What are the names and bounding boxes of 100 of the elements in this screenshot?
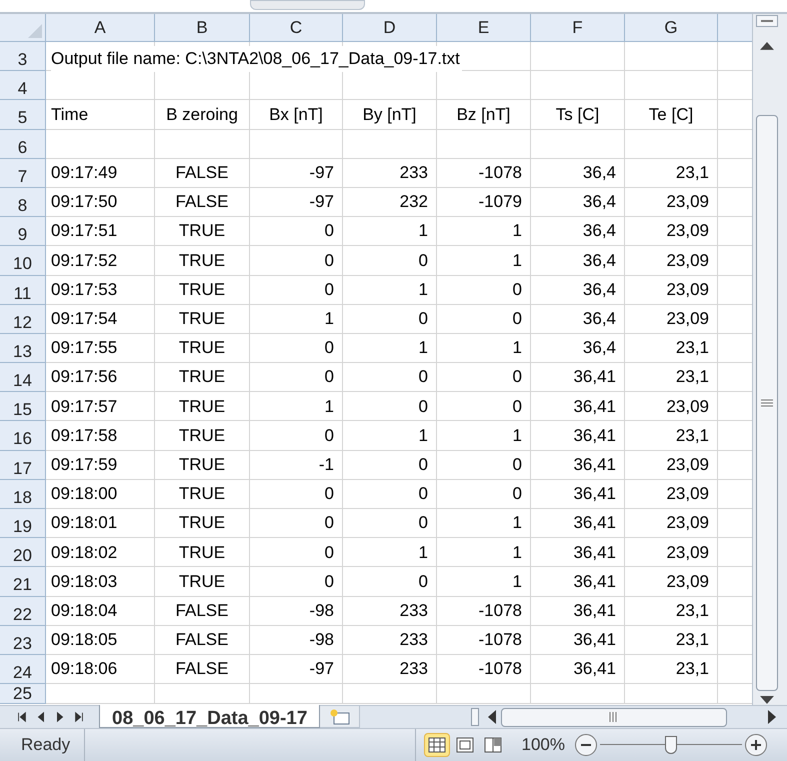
column-header[interactable]: B bbox=[155, 14, 250, 42]
row-header[interactable]: 17 bbox=[0, 450, 46, 480]
table-cell: 23,1 bbox=[625, 158, 718, 188]
table-cell: 23,09 bbox=[625, 304, 718, 334]
corner-triangle-icon bbox=[28, 24, 42, 38]
column-header[interactable]: E bbox=[437, 14, 531, 42]
table-cell: 36,41 bbox=[531, 538, 625, 568]
table-cell: 233 bbox=[343, 158, 437, 188]
row-header[interactable]: 23 bbox=[0, 626, 46, 655]
row-header[interactable]: 15 bbox=[0, 392, 46, 422]
table-cell: TRUE bbox=[155, 276, 250, 305]
table-cell: 0 bbox=[343, 450, 437, 480]
table-cell: 23,09 bbox=[625, 450, 718, 480]
scroll-thumb[interactable] bbox=[756, 114, 778, 692]
table-cell: 232 bbox=[343, 188, 437, 218]
horizontal-scrollbar[interactable] bbox=[487, 706, 777, 728]
table-cell: Te [C] bbox=[625, 100, 718, 130]
sheet-tab[interactable]: 08_06_17_Data_09-17 bbox=[99, 705, 320, 728]
zoom-level[interactable]: 100% bbox=[522, 732, 565, 758]
column-header[interactable]: F bbox=[531, 14, 625, 42]
table-cell: 0 bbox=[343, 246, 437, 276]
table-cell: 36,41 bbox=[531, 421, 625, 451]
row-header[interactable]: 16 bbox=[0, 421, 46, 451]
scroll-up-icon[interactable] bbox=[760, 40, 774, 51]
cell-text: Output file name: C:\3NTA2\08_06_17_Data_09-17.txt bbox=[51, 46, 462, 72]
zoom-slider-thumb[interactable] bbox=[665, 736, 677, 754]
normal-view-button[interactable] bbox=[424, 733, 450, 757]
table-cell: 09:17:54 bbox=[46, 304, 155, 334]
table-cell: 36,4 bbox=[531, 334, 625, 364]
first-sheet-icon[interactable] bbox=[16, 711, 28, 723]
table-cell: 0 bbox=[437, 304, 531, 334]
horizontal-scroll-thumb[interactable] bbox=[501, 708, 727, 726]
row-header[interactable]: 18 bbox=[0, 480, 46, 509]
scroll-left-icon[interactable] bbox=[487, 710, 497, 724]
row-header[interactable]: 19 bbox=[0, 509, 46, 538]
table-cell: -98 bbox=[250, 626, 343, 655]
row-header[interactable]: 5 bbox=[0, 100, 46, 130]
column-header[interactable]: D bbox=[343, 14, 437, 42]
tab-split-handle[interactable] bbox=[471, 708, 479, 726]
table-cell: By [nT] bbox=[343, 100, 437, 130]
previous-sheet-icon[interactable] bbox=[35, 711, 47, 723]
next-sheet-icon[interactable] bbox=[54, 711, 66, 723]
vertical-scrollbar[interactable] bbox=[752, 14, 787, 705]
row-header[interactable]: 20 bbox=[0, 538, 46, 568]
row-header[interactable]: 14 bbox=[0, 363, 46, 392]
scroll-right-icon[interactable] bbox=[767, 710, 777, 724]
table-cell: 1 bbox=[437, 334, 531, 364]
table-cell: 36,4 bbox=[531, 188, 625, 218]
table-cell: 0 bbox=[437, 450, 531, 480]
insert-sheet-button[interactable] bbox=[320, 706, 360, 728]
row-header[interactable]: 10 bbox=[0, 246, 46, 276]
zoom-in-button[interactable] bbox=[745, 734, 767, 756]
column-header[interactable]: G bbox=[625, 14, 718, 42]
table-cell: 0 bbox=[250, 246, 343, 276]
table-cell: 0 bbox=[437, 276, 531, 305]
table-cell: 233 bbox=[343, 596, 437, 626]
row-header[interactable]: 4 bbox=[0, 71, 46, 100]
table-cell: TRUE bbox=[155, 450, 250, 480]
column-header[interactable]: C bbox=[250, 14, 343, 42]
table-cell: FALSE bbox=[155, 626, 250, 655]
table-cell: 23,09 bbox=[625, 480, 718, 509]
table-cell: 0 bbox=[250, 334, 343, 364]
table-cell: TRUE bbox=[155, 392, 250, 422]
table-cell: 09:18:02 bbox=[46, 538, 155, 568]
last-sheet-icon[interactable] bbox=[73, 711, 85, 723]
table-cell: 0 bbox=[437, 363, 531, 392]
zoom-out-button[interactable] bbox=[575, 734, 597, 756]
row-header[interactable]: 11 bbox=[0, 276, 46, 305]
row-header[interactable]: 13 bbox=[0, 334, 46, 364]
table-cell: 0 bbox=[343, 509, 437, 538]
table-cell: 36,41 bbox=[531, 363, 625, 392]
layout-view-icon bbox=[456, 737, 474, 753]
split-handle[interactable] bbox=[756, 15, 778, 27]
table-cell: TRUE bbox=[155, 334, 250, 364]
row-header[interactable]: 8 bbox=[0, 188, 46, 218]
row-header[interactable]: 7 bbox=[0, 158, 46, 188]
table-cell: 1 bbox=[343, 421, 437, 451]
row-header[interactable]: 3 bbox=[0, 42, 46, 72]
zoom-slider[interactable] bbox=[600, 735, 742, 755]
normal-view-icon bbox=[428, 737, 446, 753]
table-cell: 23,09 bbox=[625, 276, 718, 305]
table-cell: 36,41 bbox=[531, 626, 625, 655]
row-header[interactable]: 22 bbox=[0, 596, 46, 626]
table-cell: 1 bbox=[437, 217, 531, 246]
column-header[interactable]: A bbox=[46, 14, 155, 42]
table-cell: TRUE bbox=[155, 509, 250, 538]
table-cell: -1078 bbox=[437, 626, 531, 655]
table-cell: -1078 bbox=[437, 158, 531, 188]
row-header[interactable]: 24 bbox=[0, 654, 46, 684]
row-header[interactable]: 25 bbox=[0, 684, 46, 704]
row-header[interactable]: 21 bbox=[0, 567, 46, 597]
table-cell: 36,4 bbox=[531, 304, 625, 334]
table-cell: 23,1 bbox=[625, 421, 718, 451]
table-cell: 1 bbox=[437, 246, 531, 276]
row-header[interactable]: 12 bbox=[0, 304, 46, 334]
row-header[interactable]: 9 bbox=[0, 217, 46, 246]
table-cell: 23,09 bbox=[625, 188, 718, 218]
table-cell: 0 bbox=[250, 421, 343, 451]
row-header[interactable]: 6 bbox=[0, 130, 46, 159]
table-cell: 09:17:49 bbox=[46, 158, 155, 188]
